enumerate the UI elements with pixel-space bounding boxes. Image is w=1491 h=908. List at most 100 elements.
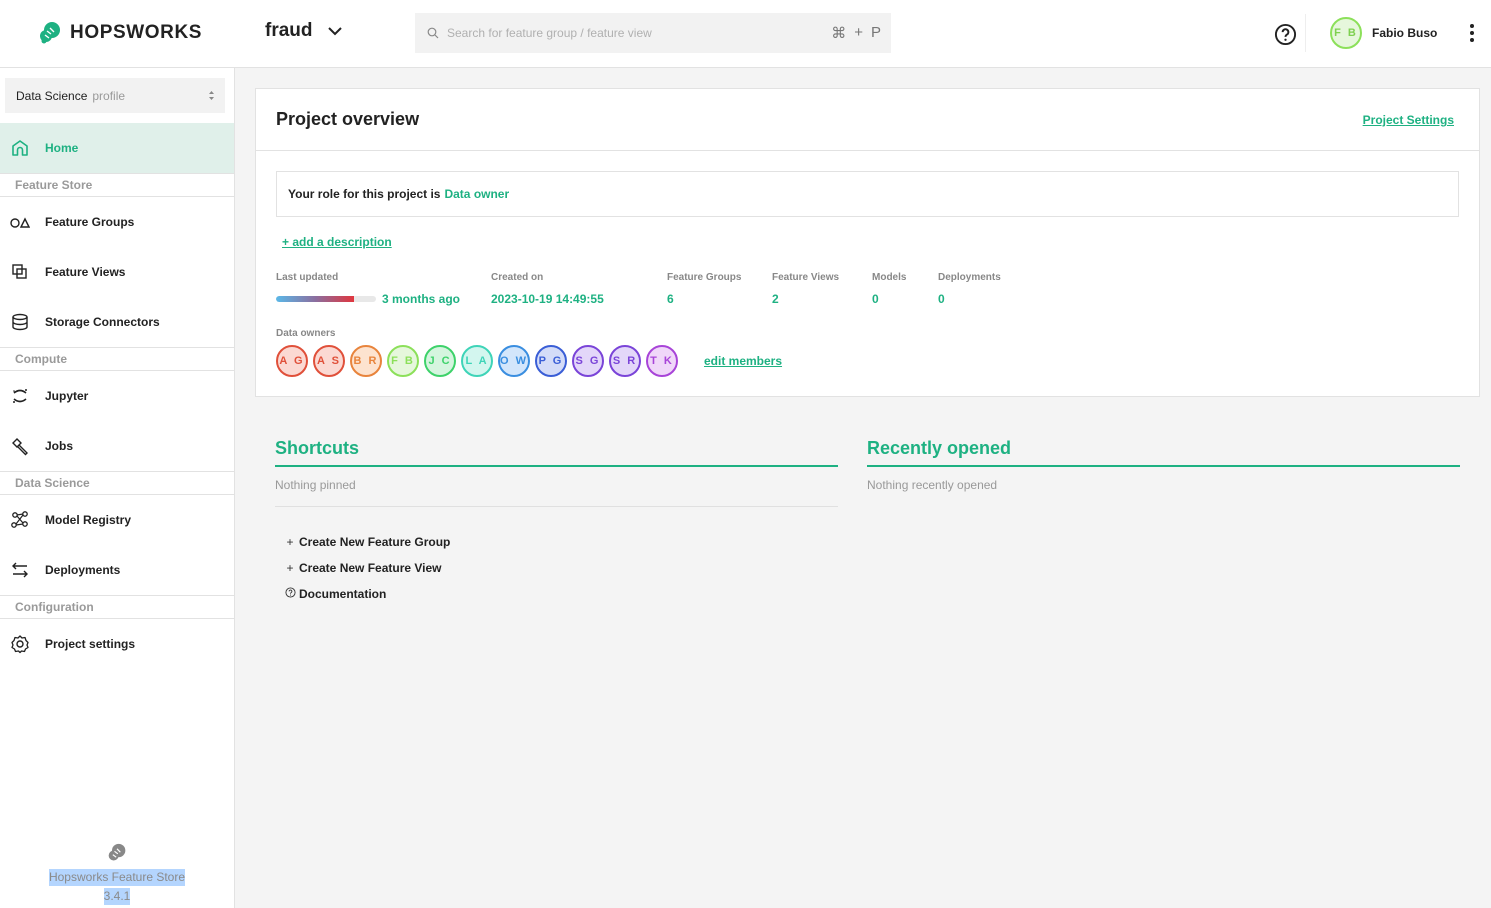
data-owners-list: A GA SB RF BJ CL AO WP GS GS RT K edit me… — [276, 345, 782, 377]
page-title: Project overview — [276, 109, 420, 129]
sidebar-item-feature-views[interactable]: Feature Views — [0, 247, 234, 297]
stat-last-updated: Last updated 3 months ago — [276, 272, 491, 306]
stat-value: 0 — [938, 292, 945, 306]
arrows-icon — [10, 560, 30, 580]
profile-suffix: profile — [92, 88, 126, 103]
shortcuts-title: Shortcuts — [275, 438, 838, 467]
plus-icon: + — [286, 535, 294, 549]
brand-name: HOPSWORKS — [70, 22, 203, 43]
gear-icon — [10, 634, 30, 654]
sidebar-item-label: Project settings — [45, 637, 136, 651]
role-box: Your role for this project is Data owner — [276, 171, 1459, 217]
shortcut-label: Create New Feature Group — [299, 535, 451, 549]
project-stats: Last updated 3 months ago Created on 202… — [276, 272, 1018, 306]
stat-label: Last updated — [276, 272, 339, 283]
owner-avatar[interactable]: O W — [498, 345, 530, 377]
sidebar-item-feature-groups[interactable]: Feature Groups — [0, 197, 234, 247]
owner-avatar[interactable]: S R — [609, 345, 641, 377]
section-configuration: Configuration — [0, 595, 234, 619]
project-overview-card: Project overview Project Settings Your r… — [255, 88, 1480, 397]
sidebar-nav: Home Feature Store Feature Groups Featur… — [0, 123, 234, 669]
shortcuts-empty-text: Nothing pinned — [275, 478, 356, 492]
plus-key: + — [854, 24, 863, 41]
model-registry-icon — [10, 510, 30, 530]
search-shortcut-hint: ⌘ + P — [831, 24, 881, 42]
shortcut-documentation[interactable]: Documentation — [284, 577, 838, 611]
profile-name: Data Science — [16, 88, 88, 103]
sidebar-footer: Hopsworks Feature Store 3.4.1 — [0, 843, 234, 905]
search-icon — [427, 27, 439, 39]
shortcut-label: Documentation — [299, 587, 387, 601]
search-bar[interactable]: ⌘ + P — [415, 13, 891, 53]
sidebar-item-label: Home — [45, 141, 79, 155]
owner-avatar[interactable]: L A — [461, 345, 493, 377]
sidebar-item-jobs[interactable]: Jobs — [0, 421, 234, 471]
section-data-science: Data Science — [0, 471, 234, 495]
project-switcher[interactable]: fraud — [265, 20, 343, 42]
recently-opened-section: Recently opened Nothing recently opened — [867, 438, 1460, 492]
select-arrows-icon — [209, 91, 214, 100]
hops-logo-icon — [40, 22, 60, 44]
section-compute: Compute — [0, 347, 234, 371]
stat-label: Models — [872, 272, 907, 283]
sidebar-item-project-settings[interactable]: Project settings — [0, 619, 234, 669]
stat-label: Deployments — [938, 272, 1001, 283]
stat-label: Feature Groups — [667, 272, 742, 283]
project-name: fraud — [265, 20, 313, 41]
top-bar: HOPSWORKS fraud ⌘ + P F B Fabio Buso — [0, 0, 1491, 68]
sidebar-item-label: Storage Connectors — [45, 315, 160, 329]
recently-opened-title: Recently opened — [867, 438, 1460, 467]
stat-label: Feature Views — [772, 272, 840, 283]
header-divider — [1305, 14, 1306, 52]
feature-views-icon — [10, 262, 30, 282]
more-menu-icon[interactable] — [1466, 22, 1478, 44]
owner-avatar[interactable]: A S — [313, 345, 345, 377]
database-icon — [10, 312, 30, 332]
edit-members-link[interactable]: edit members — [704, 354, 782, 368]
sidebar-item-label: Deployments — [45, 563, 121, 577]
sidebar-item-model-registry[interactable]: Model Registry — [0, 495, 234, 545]
owner-avatar[interactable]: S G — [572, 345, 604, 377]
hopsworks-logo[interactable]: HOPSWORKS — [38, 21, 202, 45]
freshness-bar-fill — [276, 296, 354, 302]
stat-feature-groups: Feature Groups 6 — [667, 272, 772, 306]
stat-value: 0 — [872, 292, 879, 306]
p-key: P — [870, 24, 881, 41]
sidebar-item-home[interactable]: Home — [0, 123, 234, 173]
sidebar: Data Science profile Home Feature Store … — [0, 68, 235, 908]
sidebar-item-label: Feature Groups — [45, 215, 135, 229]
owner-avatar[interactable]: T K — [646, 345, 678, 377]
sidebar-item-storage-connectors[interactable]: Storage Connectors — [0, 297, 234, 347]
stat-label: Created on — [491, 272, 544, 283]
divider — [275, 506, 838, 507]
stat-value: 3 months ago — [382, 292, 461, 306]
role-label: Your role for this project is — [288, 187, 441, 201]
product-version: 3.4.1 — [103, 888, 131, 905]
shortcut-list: + Create New Feature Group + Create New … — [275, 525, 838, 611]
help-icon[interactable] — [1274, 23, 1297, 46]
search-input[interactable] — [447, 26, 807, 40]
home-icon — [10, 138, 30, 158]
stat-created-on: Created on 2023-10-19 14:49:55 — [491, 272, 667, 306]
feature-groups-icon — [10, 212, 30, 232]
sidebar-item-label: Jupyter — [45, 389, 89, 403]
owner-avatar[interactable]: J C — [424, 345, 456, 377]
owner-avatar[interactable]: A G — [276, 345, 308, 377]
shortcuts-section: Shortcuts Nothing pinned + Create New Fe… — [275, 438, 838, 611]
owner-avatar[interactable]: B R — [350, 345, 382, 377]
sidebar-item-jupyter[interactable]: Jupyter — [0, 371, 234, 421]
data-owners-label: Data owners — [276, 328, 336, 339]
add-description-link[interactable]: + add a description — [282, 235, 392, 249]
sidebar-item-deployments[interactable]: Deployments — [0, 545, 234, 595]
owner-avatar[interactable]: P G — [535, 345, 567, 377]
stat-value: 6 — [667, 292, 674, 306]
user-menu[interactable]: F B Fabio Buso — [1330, 17, 1437, 49]
profile-select[interactable]: Data Science profile — [5, 78, 225, 113]
role-value: Data owner — [444, 187, 510, 201]
project-settings-link[interactable]: Project Settings — [1363, 113, 1454, 127]
sidebar-item-label: Feature Views — [45, 265, 126, 279]
owner-avatar[interactable]: F B — [387, 345, 419, 377]
freshness-bar — [276, 296, 376, 302]
product-name: Hopsworks Feature Store — [48, 869, 186, 886]
stat-value: 2023-10-19 14:49:55 — [491, 292, 604, 306]
